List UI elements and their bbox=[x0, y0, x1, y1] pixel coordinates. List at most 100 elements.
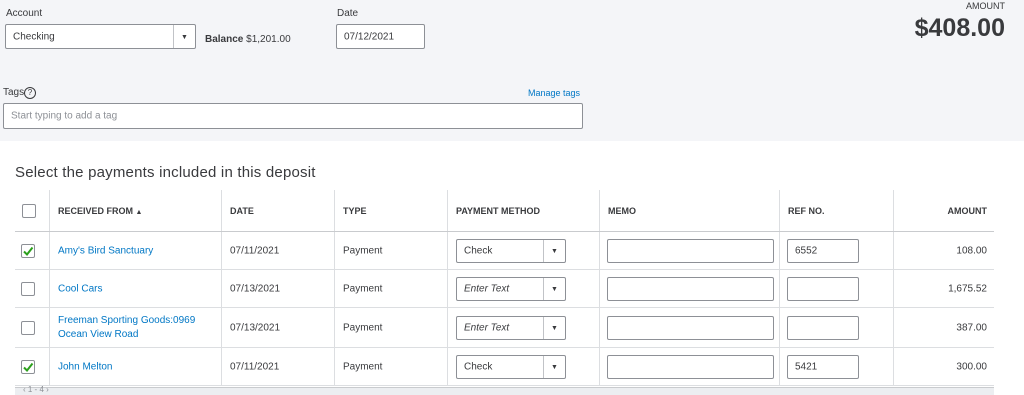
tags-input[interactable]: Start typing to add a tag bbox=[3, 103, 583, 129]
balance-value: $1,201.00 bbox=[246, 34, 291, 45]
payment-method-cell: Enter Text ▼ bbox=[448, 308, 600, 347]
type-cell: Payment bbox=[335, 232, 448, 269]
chevron-down-icon: ▼ bbox=[551, 247, 558, 255]
row-check-cell bbox=[15, 308, 50, 347]
payment-method-dropdown-arrow[interactable]: ▼ bbox=[543, 239, 565, 262]
payment-method-select[interactable]: Check ▼ bbox=[456, 238, 566, 263]
manage-tags-link[interactable]: Manage tags bbox=[528, 88, 580, 98]
ref-no-cell: 5421 bbox=[780, 348, 894, 385]
tags-label: Tags bbox=[3, 87, 25, 98]
ref-no-input[interactable]: 6552 bbox=[787, 238, 859, 263]
row-checkbox[interactable] bbox=[21, 320, 35, 335]
payment-method-dropdown-arrow[interactable]: ▼ bbox=[543, 316, 565, 339]
row-check-cell bbox=[15, 232, 50, 269]
date-input[interactable]: 07/12/2021 bbox=[336, 24, 425, 49]
ref-no-input[interactable] bbox=[787, 276, 859, 301]
ref-no-value: 5421 bbox=[795, 361, 818, 372]
col-payment-method[interactable]: PAYMENT METHOD bbox=[448, 190, 600, 231]
chevron-down-icon: ▼ bbox=[551, 363, 558, 371]
date-header: DATE bbox=[230, 205, 254, 216]
received-from-cell: John Melton bbox=[50, 348, 222, 385]
ref-no-input[interactable]: 5421 bbox=[787, 354, 859, 379]
payment-method-dropdown-arrow[interactable]: ▼ bbox=[543, 355, 565, 378]
col-memo[interactable]: MEMO bbox=[600, 190, 780, 231]
type-value: Payment bbox=[343, 322, 383, 333]
section-title: Select the payments included in this dep… bbox=[15, 164, 316, 181]
date-value: 07/12/2021 bbox=[344, 31, 395, 42]
type-header: TYPE bbox=[343, 205, 367, 216]
table-header-row: RECEIVED FROM ▲ DATE TYPE PAYMENT METHOD… bbox=[15, 190, 994, 232]
pagination-partial[interactable]: ‹ 1 - 4 › bbox=[23, 385, 49, 394]
payment-method-cell: Enter Text ▼ bbox=[448, 270, 600, 307]
date-label: Date bbox=[337, 8, 359, 19]
date-value: 07/13/2021 bbox=[230, 322, 281, 333]
deposit-header-panel: Account Checking ▼ Balance $1,201.00 Dat… bbox=[0, 0, 1024, 141]
select-all-cell bbox=[15, 190, 50, 231]
received-from-cell: Cool Cars bbox=[50, 270, 222, 307]
total-amount: $408.00 bbox=[914, 14, 1005, 42]
customer-link[interactable]: Amy's Bird Sanctuary bbox=[58, 245, 153, 256]
col-amount[interactable]: AMOUNT bbox=[894, 190, 994, 231]
amount-cell: 300.00 bbox=[894, 348, 994, 385]
memo-input[interactable] bbox=[607, 276, 774, 301]
table-row[interactable]: Cool Cars 07/13/2021 Payment Enter Text … bbox=[15, 270, 994, 308]
memo-input[interactable] bbox=[607, 238, 774, 263]
date-cell: 07/11/2021 bbox=[222, 232, 335, 269]
row-check-cell bbox=[15, 348, 50, 385]
memo-cell bbox=[600, 348, 780, 385]
payment-method-select[interactable]: Enter Text ▼ bbox=[456, 315, 566, 340]
type-cell: Payment bbox=[335, 270, 448, 307]
col-received-from[interactable]: RECEIVED FROM ▲ bbox=[50, 190, 222, 231]
payment-method-value: Check bbox=[464, 245, 493, 256]
table-row[interactable]: Amy's Bird Sanctuary 07/11/2021 Payment … bbox=[15, 232, 994, 270]
type-cell: Payment bbox=[335, 348, 448, 385]
ref-no-cell bbox=[780, 308, 894, 347]
customer-link[interactable]: Cool Cars bbox=[58, 283, 102, 294]
payment-method-cell: Check ▼ bbox=[448, 232, 600, 269]
payment-method-dropdown-arrow[interactable]: ▼ bbox=[543, 277, 565, 300]
payment-method-cell: Check ▼ bbox=[448, 348, 600, 385]
payment-method-select[interactable]: Enter Text ▼ bbox=[456, 276, 566, 301]
amount-value: 1,675.52 bbox=[948, 283, 987, 294]
col-type[interactable]: TYPE bbox=[335, 190, 448, 231]
amount-header: AMOUNT bbox=[947, 205, 988, 216]
row-checkbox[interactable] bbox=[21, 281, 35, 296]
customer-link[interactable]: Freeman Sporting Goods:0969 Ocean View R… bbox=[58, 314, 208, 342]
memo-cell bbox=[600, 270, 780, 307]
amount-value: 387.00 bbox=[956, 322, 987, 333]
ref-no-cell: 6552 bbox=[780, 232, 894, 269]
sort-asc-icon: ▲ bbox=[135, 208, 143, 216]
date-value: 07/11/2021 bbox=[230, 245, 280, 256]
chevron-down-icon: ▼ bbox=[551, 285, 558, 293]
payment-method-select[interactable]: Check ▼ bbox=[456, 354, 566, 379]
row-checkbox-checked[interactable] bbox=[21, 359, 35, 374]
date-cell: 07/11/2021 bbox=[222, 348, 335, 385]
ref-no-input[interactable] bbox=[787, 315, 859, 340]
type-cell: Payment bbox=[335, 308, 448, 347]
memo-input[interactable] bbox=[607, 315, 774, 340]
memo-cell bbox=[600, 308, 780, 347]
memo-header: MEMO bbox=[608, 205, 636, 216]
memo-input[interactable] bbox=[607, 354, 774, 379]
amount-cell: 387.00 bbox=[894, 308, 994, 347]
table-row[interactable]: John Melton 07/11/2021 Payment Check ▼ 5… bbox=[15, 348, 994, 386]
checkmark-icon bbox=[23, 362, 34, 372]
select-all-checkbox[interactable] bbox=[22, 203, 36, 218]
customer-link[interactable]: John Melton bbox=[58, 361, 112, 372]
payment-method-placeholder: Enter Text bbox=[464, 322, 510, 333]
help-icon[interactable]: ? bbox=[24, 87, 36, 99]
amount-label: AMOUNT bbox=[966, 1, 1005, 11]
balance-display: Balance $1,201.00 bbox=[205, 34, 291, 45]
payment-method-placeholder: Enter Text bbox=[464, 283, 510, 294]
table-row[interactable]: Freeman Sporting Goods:0969 Ocean View R… bbox=[15, 308, 994, 348]
payment-method-header: PAYMENT METHOD bbox=[456, 205, 541, 216]
account-select[interactable]: Checking ▼ bbox=[5, 24, 196, 49]
col-ref-no[interactable]: REF NO. bbox=[780, 190, 894, 231]
received-from-cell: Freeman Sporting Goods:0969 Ocean View R… bbox=[50, 308, 222, 347]
ref-no-header: REF NO. bbox=[788, 205, 825, 216]
memo-cell bbox=[600, 232, 780, 269]
col-date[interactable]: DATE bbox=[222, 190, 335, 231]
row-checkbox-checked[interactable] bbox=[21, 243, 35, 258]
account-dropdown-arrow[interactable]: ▼ bbox=[173, 25, 195, 48]
account-label: Account bbox=[6, 8, 43, 19]
